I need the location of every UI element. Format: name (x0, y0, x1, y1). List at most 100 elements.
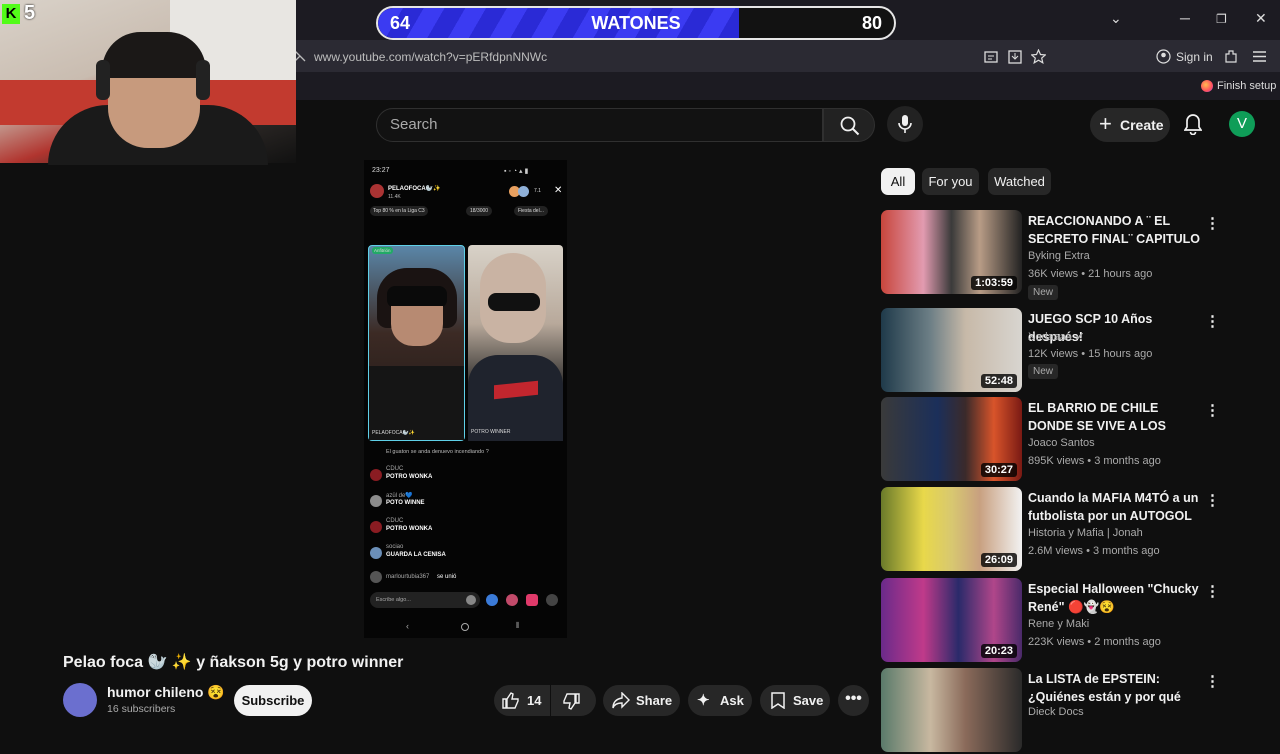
video-thumbnail[interactable] (881, 668, 1022, 752)
channel-name[interactable]: Historia y Mafia | Jonah (1028, 527, 1143, 539)
channel-name[interactable]: Xodaaaa ✔ (1028, 330, 1084, 343)
finish-setup-link[interactable]: Finish setup (1217, 80, 1276, 92)
recommendation-item[interactable]: 1:03:59 REACCIONANDO A ¨ EL SECRETO FINA… (881, 210, 1261, 300)
video-meta: 2.6M views • 3 months ago (1028, 545, 1160, 557)
channel-avatar[interactable] (63, 683, 97, 717)
video-thumbnail[interactable]: 52:48 (881, 308, 1022, 392)
poll-right-count: 80 (861, 13, 882, 33)
menu-icon[interactable] (1253, 51, 1266, 62)
video-title[interactable]: Cuando la MAFIA M4TÓ a un futbolista por… (1028, 489, 1200, 525)
video-thumbnail[interactable]: 30:27 (881, 397, 1022, 481)
poll-title: WATONES (591, 13, 681, 33)
more-options-icon[interactable]: ⋮ (1205, 491, 1220, 509)
save-button[interactable]: Save (760, 685, 830, 716)
like-count: 14 (527, 693, 542, 708)
subscriber-count: 16 subscribers (107, 703, 176, 715)
more-actions-button[interactable]: ••• (838, 685, 869, 716)
video-title[interactable]: La LISTA de EPSTEIN: ¿Quiénes están y po… (1028, 670, 1200, 706)
sparkle-icon: ✦ (697, 692, 710, 709)
video-title[interactable]: REACCIONANDO A ¨ EL SECRETO FINAL¨ CAPIT… (1028, 212, 1200, 248)
chip-all[interactable]: All (881, 168, 915, 195)
chip-for-you[interactable]: For you (922, 168, 979, 195)
search-input[interactable]: Search (376, 108, 823, 142)
join-text: se unió (437, 574, 457, 580)
more-options-icon[interactable]: ⋮ (1205, 582, 1220, 600)
more-options-icon[interactable]: ⋮ (1205, 672, 1220, 690)
ask-button[interactable]: ✦ Ask (688, 685, 752, 716)
chip-watched[interactable]: Watched (988, 168, 1051, 195)
tab-list-chevron-icon[interactable]: ⌄ (1110, 10, 1122, 27)
like-button[interactable]: 14 (494, 685, 550, 716)
share-label: Share (636, 693, 673, 708)
duration-badge: 30:27 (980, 463, 1017, 477)
comment-text: POTRO WONKA (386, 474, 433, 480)
close-window-icon[interactable]: ✕ (1255, 10, 1267, 27)
left-panel-name: PELAOFOCA🦭✨ (372, 430, 416, 436)
reader-view-icon[interactable] (984, 50, 998, 64)
duration-badge: 52:48 (980, 374, 1017, 388)
new-badge: New (1028, 285, 1059, 300)
recommendation-item[interactable]: La LISTA de EPSTEIN: ¿Quiénes están y po… (881, 668, 1261, 754)
channel-name[interactable]: Joaco Santos (1028, 437, 1095, 449)
comment-avatar (370, 521, 382, 533)
subscribe-button[interactable]: Subscribe (234, 685, 312, 716)
video-thumbnail[interactable]: 26:09 (881, 487, 1022, 571)
join-avatar (370, 571, 382, 583)
sign-in-link[interactable]: Sign in (1176, 50, 1213, 64)
recommendation-item[interactable]: 26:09 Cuando la MAFIA M4TÓ a un futbolis… (881, 487, 1261, 573)
recommendation-item[interactable]: 20:23 Especial Halloween "Chucky René" 🔴… (881, 578, 1261, 664)
video-player[interactable]: 23:27 ▪ ◦ ◔ ▴ ▮ PELAOFOCA🦭✨ 11.4K 7.1 ✕ … (364, 160, 567, 638)
firefox-icon (1201, 80, 1213, 92)
viewer-avatar-2 (518, 186, 529, 197)
notifications-bell-icon[interactable] (1184, 114, 1202, 135)
video-thumbnail[interactable]: 20:23 (881, 578, 1022, 662)
share-button[interactable]: Share (603, 685, 680, 716)
nav-recents-icon: ⦀ (516, 621, 520, 630)
create-label: Create (1120, 117, 1164, 133)
url-text[interactable]: www.youtube.com/watch?v=pERfdpnNNWc (314, 50, 547, 64)
recommendation-item[interactable]: 52:48 JUEGO SCP 10 Años después! Xodaaaa… (881, 308, 1261, 394)
poll-bar: 64 WATONES 80 (376, 6, 896, 40)
video-title[interactable]: EL BARRIO DE CHILE DONDE SE VIVE A LOS B… (1028, 399, 1200, 435)
system-message: El guaton se anda denuevo incendiando ? (386, 449, 489, 455)
more-options-icon[interactable]: ⋮ (1205, 312, 1220, 330)
viewer-count: 7.1 (534, 188, 541, 194)
host-shirt (369, 366, 464, 440)
extensions-icon[interactable] (1223, 49, 1238, 64)
video-meta: 223K views • 2 months ago (1028, 636, 1161, 648)
stream-comment-input: Escribe algo... (370, 592, 480, 608)
bookmark-star-icon[interactable] (1031, 49, 1046, 64)
comment-user: CDUC (386, 518, 404, 524)
host-name: PELAOFOCA🦭✨ (388, 186, 441, 192)
host-followers: 11.4K (388, 194, 401, 200)
dislike-button[interactable] (551, 685, 596, 716)
thumbs-up-icon (502, 692, 519, 709)
more-options-icon[interactable]: ⋮ (1205, 401, 1220, 419)
ask-label: Ask (720, 693, 744, 708)
share-icon (612, 692, 630, 709)
comment-avatar (370, 495, 382, 507)
recommendation-item[interactable]: 30:27 EL BARRIO DE CHILE DONDE SE VIVE A… (881, 397, 1261, 483)
plus-icon: + (1099, 111, 1112, 136)
video-thumbnail[interactable]: 1:03:59 (881, 210, 1022, 294)
save-playlist-icon (771, 692, 785, 709)
voice-search-button[interactable] (887, 106, 923, 142)
cam-person-hair (102, 32, 206, 78)
channel-name[interactable]: Byking Extra (1028, 250, 1090, 262)
account-icon[interactable] (1156, 49, 1171, 64)
minimize-icon[interactable]: ─ (1180, 10, 1190, 26)
user-avatar[interactable]: V (1229, 111, 1255, 137)
channel-name-main[interactable]: humor chileno 😵 (107, 684, 225, 701)
league-tag: Top 80 % en la Liga C3 (370, 206, 428, 216)
host-face (391, 306, 443, 346)
maximize-icon[interactable]: ❐ (1216, 12, 1227, 26)
comment-item: sociao GUARDA LA CENISA (370, 544, 560, 570)
webcam-overlay (0, 0, 296, 165)
channel-name[interactable]: Dieck Docs (1028, 706, 1084, 718)
search-button[interactable] (823, 108, 875, 142)
install-app-icon[interactable] (1008, 50, 1022, 64)
channel-name[interactable]: Rene y Maki (1028, 618, 1089, 630)
create-button[interactable]: + Create (1090, 108, 1170, 142)
more-options-icon[interactable]: ⋮ (1205, 214, 1220, 232)
video-title[interactable]: Especial Halloween "Chucky René" 🔴👻😵 (1028, 580, 1200, 616)
